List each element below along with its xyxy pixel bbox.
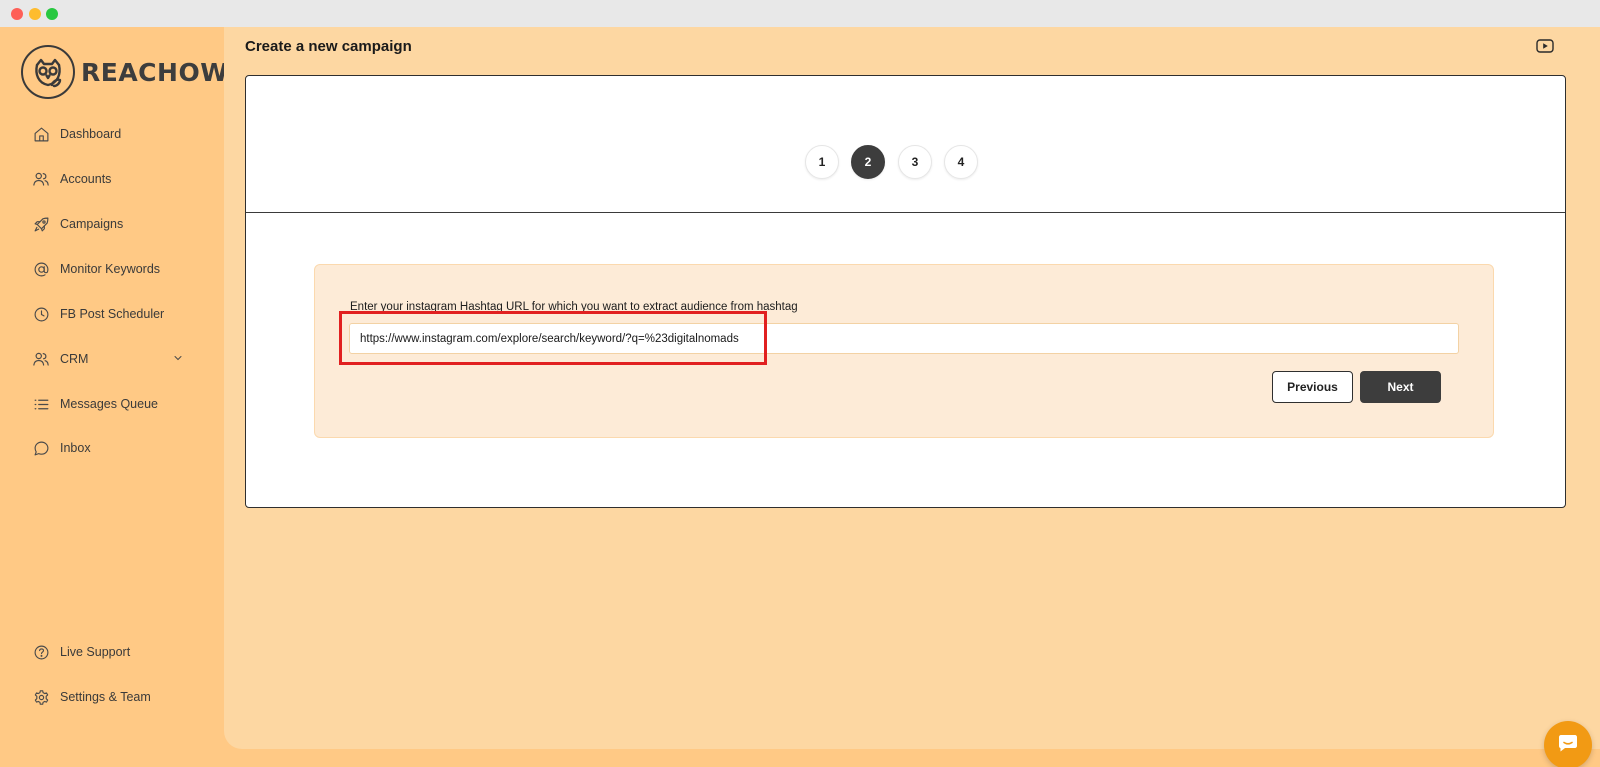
main-content: Create a new campaign 1 2 3 4 Enter your… bbox=[224, 27, 1600, 749]
hashtag-url-form: Enter your instagram Hashtag URL for whi… bbox=[314, 264, 1494, 438]
sidebar-item-crm[interactable]: CRM bbox=[32, 348, 192, 370]
step-3[interactable]: 3 bbox=[898, 145, 932, 179]
hashtag-url-input[interactable] bbox=[349, 323, 1459, 354]
app-root: REACHOWL Dashboard Accounts Campaigns Mo bbox=[0, 27, 1600, 767]
chevron-down-icon[interactable] bbox=[172, 351, 184, 369]
help-circle-icon bbox=[32, 643, 50, 661]
sidebar-item-dashboard[interactable]: Dashboard bbox=[32, 123, 192, 145]
list-icon bbox=[32, 395, 50, 413]
sidebar-item-fb-post-scheduler[interactable]: FB Post Scheduler bbox=[32, 303, 192, 325]
sidebar-item-label: Live Support bbox=[60, 645, 131, 659]
window-minimize-button[interactable] bbox=[29, 8, 41, 20]
stepper-divider bbox=[246, 212, 1565, 213]
sidebar-item-live-support[interactable]: Live Support bbox=[32, 641, 192, 663]
sidebar: REACHOWL Dashboard Accounts Campaigns Mo bbox=[0, 27, 244, 767]
campaign-wizard-card: 1 2 3 4 Enter your instagram Hashtag URL… bbox=[245, 75, 1566, 508]
sidebar-item-messages-queue[interactable]: Messages Queue bbox=[32, 393, 192, 415]
at-sign-icon bbox=[32, 260, 50, 278]
window-titlebar bbox=[0, 0, 1600, 27]
window-zoom-button[interactable] bbox=[46, 8, 58, 20]
sidebar-item-monitor-keywords[interactable]: Monitor Keywords bbox=[32, 258, 192, 280]
sidebar-item-label: Inbox bbox=[60, 441, 91, 455]
sidebar-item-label: Settings & Team bbox=[60, 690, 151, 704]
sidebar-item-campaigns[interactable]: Campaigns bbox=[32, 213, 192, 235]
chat-icon bbox=[1556, 731, 1580, 760]
sidebar-item-label: Dashboard bbox=[60, 127, 122, 141]
sidebar-item-label: Messages Queue bbox=[60, 397, 158, 411]
gear-icon bbox=[32, 688, 50, 706]
previous-button[interactable]: Previous bbox=[1272, 371, 1353, 403]
owl-icon bbox=[21, 45, 75, 99]
page-title: Create a new campaign bbox=[245, 38, 412, 55]
step-4[interactable]: 4 bbox=[944, 145, 978, 179]
hashtag-url-label: Enter your instagram Hashtag URL for whi… bbox=[350, 301, 798, 313]
wizard-stepper: 1 2 3 4 bbox=[246, 145, 1565, 181]
sidebar-item-label: Monitor Keywords bbox=[60, 262, 161, 276]
sidebar-item-settings-team[interactable]: Settings & Team bbox=[32, 686, 192, 708]
brand-name: REACHOWL bbox=[81, 57, 245, 87]
sidebar-item-inbox[interactable]: Inbox bbox=[32, 437, 192, 459]
clock-icon bbox=[32, 305, 50, 323]
video-tutorial-icon[interactable] bbox=[1536, 39, 1554, 58]
sidebar-item-label: CRM bbox=[60, 352, 89, 366]
sidebar-item-label: Accounts bbox=[60, 172, 112, 186]
step-1[interactable]: 1 bbox=[805, 145, 839, 179]
window-close-button[interactable] bbox=[11, 8, 23, 20]
chat-bubble-icon bbox=[32, 439, 50, 457]
chat-widget-button[interactable] bbox=[1544, 721, 1592, 767]
users-icon bbox=[32, 170, 50, 188]
sidebar-item-accounts[interactable]: Accounts bbox=[32, 168, 192, 190]
users-icon bbox=[32, 350, 50, 368]
step-2[interactable]: 2 bbox=[851, 145, 885, 179]
brand-logo[interactable]: REACHOWL bbox=[21, 45, 245, 99]
rocket-icon bbox=[32, 215, 50, 233]
sidebar-item-label: Campaigns bbox=[60, 217, 124, 231]
sidebar-item-label: FB Post Scheduler bbox=[60, 307, 165, 321]
next-button[interactable]: Next bbox=[1360, 371, 1441, 403]
home-icon bbox=[32, 125, 50, 143]
